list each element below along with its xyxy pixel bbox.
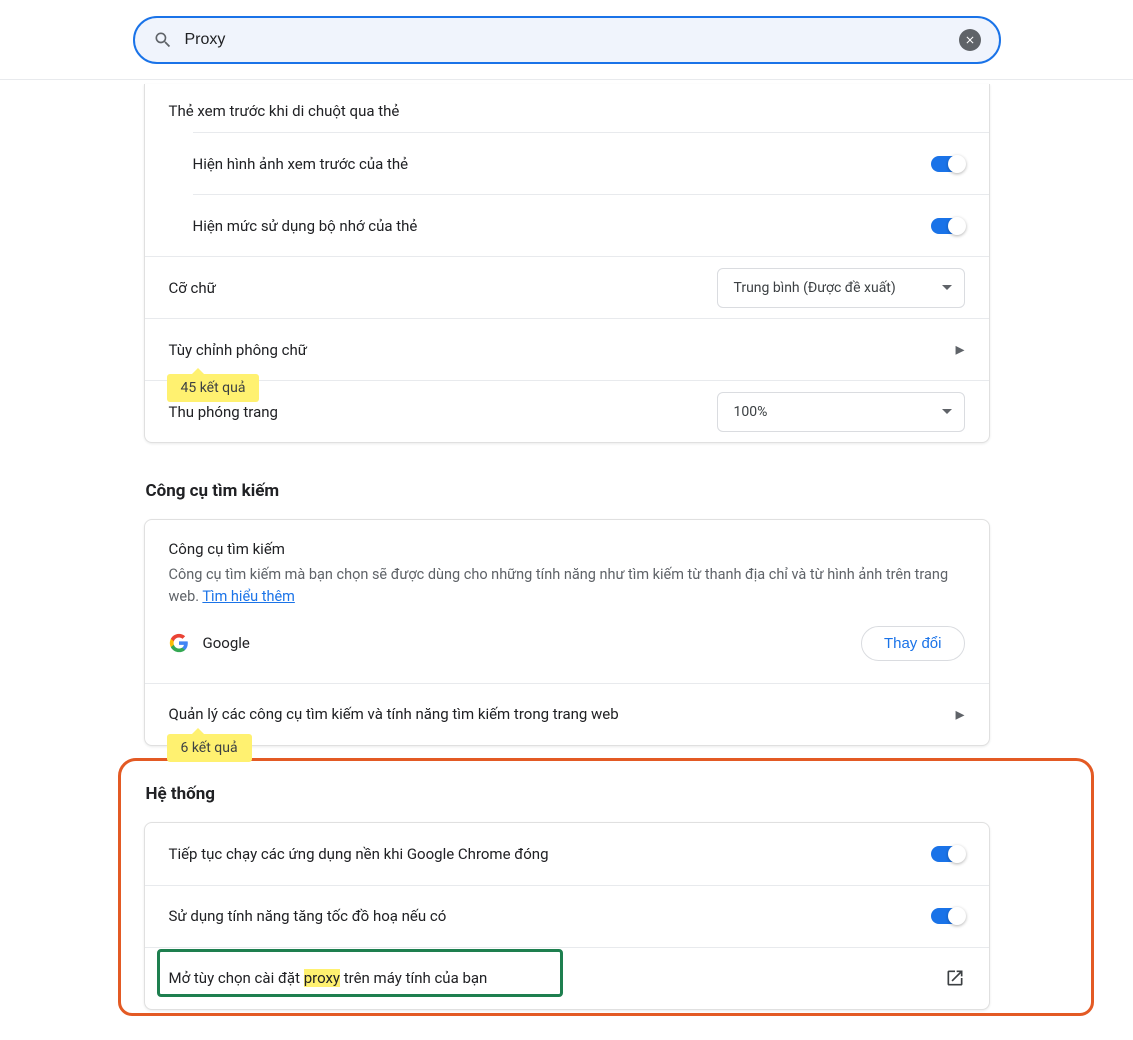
system-section-title: Hệ thống	[146, 784, 990, 804]
hardware-accel-row: Sử dụng tính năng tăng tốc đồ hoạ nếu có	[145, 885, 989, 947]
tab-preview-image-label: Hiện hình ảnh xem trước của thẻ	[193, 155, 409, 173]
page-zoom-label: Thu phóng trang	[169, 403, 278, 421]
system-card: Tiếp tục chạy các ứng dụng nền khi Googl…	[144, 822, 990, 1010]
close-icon	[964, 34, 976, 46]
tab-hover-heading: Thẻ xem trước khi di chuột qua thẻ	[145, 84, 989, 132]
search-engine-section-title: Công cụ tìm kiếm	[146, 481, 990, 501]
hardware-accel-label: Sử dụng tính năng tăng tốc đồ hoạ nếu có	[169, 907, 447, 925]
background-apps-toggle[interactable]	[931, 846, 965, 862]
learn-more-link[interactable]: Tìm hiểu thêm	[202, 588, 294, 605]
open-proxy-settings-label: Mở tùy chọn cài đặt proxy trên máy tính …	[169, 969, 488, 987]
search-engine-desc: Công cụ tìm kiếm Công cụ tìm kiếm mà bạn…	[145, 520, 989, 612]
results-badge: 6 kết quả	[167, 734, 252, 762]
font-size-label: Cỡ chữ	[169, 279, 216, 297]
search-field-wrap[interactable]	[133, 16, 1001, 64]
google-logo-icon	[169, 633, 189, 653]
tab-memory-toggle[interactable]	[931, 218, 965, 234]
tab-memory-label: Hiện mức sử dụng bộ nhớ của thẻ	[193, 217, 418, 235]
background-apps-label: Tiếp tục chạy các ứng dụng nền khi Googl…	[169, 845, 549, 863]
font-size-select-value: Trung bình (Được đề xuất)	[734, 280, 896, 296]
manage-search-engines-row[interactable]: Quản lý các công cụ tìm kiếm và tính năn…	[145, 683, 989, 745]
change-engine-button[interactable]: Thay đổi	[861, 626, 965, 661]
search-engine-subtitle: Công cụ tìm kiếm	[169, 540, 965, 558]
chevron-down-icon	[942, 409, 952, 414]
tab-hover-heading-label: Thẻ xem trước khi di chuột qua thẻ	[169, 102, 400, 120]
system-section: Hệ thống Tiếp tục chạy các ứng dụng nền …	[144, 784, 990, 1010]
external-link-icon	[945, 968, 965, 988]
chevron-right-icon: ▸	[955, 339, 964, 360]
proxy-label-post: trên máy tính của bạn	[340, 969, 487, 987]
font-size-row: Cỡ chữ Trung bình (Được đề xuất)	[145, 256, 989, 318]
tab-memory-row: Hiện mức sử dụng bộ nhớ của thẻ	[193, 194, 989, 256]
customize-fonts-label: Tùy chỉnh phông chữ	[169, 341, 308, 359]
open-proxy-settings-row[interactable]: Mở tùy chọn cài đặt proxy trên máy tính …	[145, 947, 989, 1009]
page-zoom-select[interactable]: 100%	[717, 392, 965, 432]
page-zoom-row: Thu phóng trang 100%	[145, 380, 989, 442]
chevron-right-icon: ▸	[955, 704, 964, 725]
current-engine-row: Google Thay đổi	[145, 612, 989, 683]
clear-search-button[interactable]	[959, 29, 981, 51]
search-engine-card: Công cụ tìm kiếm Công cụ tìm kiếm mà bạn…	[144, 519, 990, 746]
search-input[interactable]	[185, 31, 959, 49]
proxy-label-pre: Mở tùy chọn cài đặt	[169, 969, 304, 987]
search-icon	[153, 30, 173, 50]
proxy-label-highlight: proxy	[304, 969, 340, 987]
page-zoom-select-value: 100%	[734, 404, 768, 420]
header-bar	[0, 0, 1133, 80]
engine-name: Google	[203, 634, 250, 652]
tab-preview-image-toggle[interactable]	[931, 156, 965, 172]
tab-preview-image-row: Hiện hình ảnh xem trước của thẻ	[193, 132, 989, 194]
manage-search-engines-label: Quản lý các công cụ tìm kiếm và tính năn…	[169, 705, 619, 723]
chevron-down-icon	[942, 285, 952, 290]
font-size-select[interactable]: Trung bình (Được đề xuất)	[717, 268, 965, 308]
search-engine-section: Công cụ tìm kiếm Công cụ tìm kiếm Công c…	[144, 481, 990, 746]
background-apps-row: Tiếp tục chạy các ứng dụng nền khi Googl…	[145, 823, 989, 885]
appearance-card: Thẻ xem trước khi di chuột qua thẻ Hiện …	[144, 84, 990, 443]
search-engine-subtext: Công cụ tìm kiếm mà bạn chọn sẽ được dùn…	[169, 564, 965, 608]
customize-fonts-row[interactable]: Tùy chỉnh phông chữ ▸	[145, 318, 989, 380]
hardware-accel-toggle[interactable]	[931, 908, 965, 924]
results-badge: 45 kết quả	[167, 374, 260, 402]
